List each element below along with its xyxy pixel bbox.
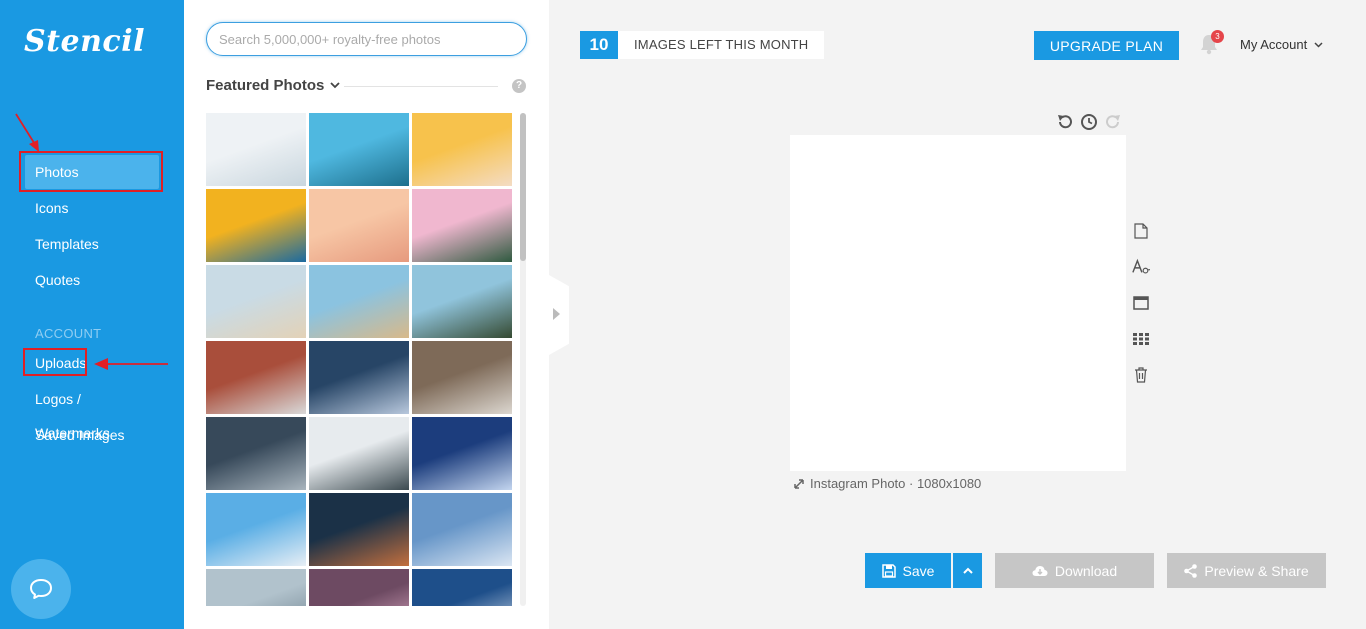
photo-thumbnail[interactable]	[412, 341, 512, 414]
clock-icon	[1081, 114, 1097, 130]
photo-thumbnail[interactable]	[412, 265, 512, 338]
redo-icon	[1106, 115, 1120, 129]
photo-thumbnail[interactable]	[206, 417, 306, 490]
trash-icon	[1135, 367, 1147, 383]
text-style-tool[interactable]	[1132, 258, 1150, 276]
canvas-size-info: Instagram Photo · 1080x1080	[793, 476, 981, 491]
images-left-counter: 10 IMAGES LEFT THIS MONTH	[580, 31, 825, 59]
photo-thumbnail[interactable]	[412, 493, 512, 566]
section-divider	[344, 86, 498, 87]
sidebar-item-saved-images[interactable]: Saved Images	[25, 418, 159, 452]
photo-thumbnail[interactable]	[412, 569, 512, 606]
chevron-down-icon	[1314, 41, 1323, 48]
history-button[interactable]	[1080, 113, 1098, 131]
photo-search-input[interactable]	[206, 22, 527, 56]
images-left-count: 10	[580, 31, 618, 59]
sidebar-item-logos-watermarks[interactable]: Logos / Watermarks	[25, 382, 159, 441]
photos-panel: Featured Photos ?	[184, 0, 549, 629]
photo-thumbnail[interactable]	[309, 265, 409, 338]
sidebar: Stencil Photos Icons Templates Quotes AC…	[0, 0, 184, 629]
grid-icon	[1133, 333, 1149, 345]
annotation-arrow-photos	[15, 113, 39, 152]
cloud-download-icon	[1032, 565, 1048, 576]
document-tool[interactable]	[1132, 222, 1150, 240]
resize-icon[interactable]	[793, 478, 805, 490]
redo-button[interactable]	[1104, 113, 1122, 131]
photo-thumbnail[interactable]	[206, 265, 306, 338]
document-icon	[1134, 223, 1148, 239]
collapse-panel-tab[interactable]	[549, 275, 569, 355]
annotation-arrow-uploads	[94, 358, 168, 370]
photo-thumbnail[interactable]	[309, 189, 409, 262]
photo-thumbnail[interactable]	[206, 341, 306, 414]
grid-tool[interactable]	[1132, 330, 1150, 348]
stencil-logo[interactable]: Stencil	[24, 24, 145, 59]
save-button[interactable]: Save	[865, 553, 951, 588]
chat-bubble-icon	[30, 579, 52, 599]
photo-grid	[206, 113, 512, 606]
undo-button[interactable]	[1056, 113, 1074, 131]
preview-share-button[interactable]: Preview & Share	[1167, 553, 1326, 588]
upgrade-plan-button[interactable]: UPGRADE PLAN	[1034, 31, 1179, 60]
history-controls	[1056, 113, 1122, 131]
photo-thumbnail[interactable]	[206, 189, 306, 262]
help-icon[interactable]: ?	[512, 79, 526, 93]
chevron-up-icon	[962, 567, 973, 574]
canvas-size-label: Instagram Photo · 1080x1080	[810, 476, 982, 491]
notification-badge: 3	[1211, 30, 1224, 43]
chat-button[interactable]	[11, 559, 71, 619]
photos-highlight-box	[19, 151, 163, 192]
photo-thumbnail[interactable]	[309, 417, 409, 490]
design-canvas[interactable]	[790, 135, 1126, 471]
photo-thumbnail[interactable]	[309, 341, 409, 414]
photo-thumbnail[interactable]	[412, 417, 512, 490]
frame-tool[interactable]	[1132, 294, 1150, 312]
chevron-right-icon	[553, 308, 560, 320]
sidebar-item-icons[interactable]: Icons	[25, 191, 159, 225]
browser-window-icon	[1133, 296, 1149, 310]
featured-photos-dropdown[interactable]: Featured Photos	[206, 77, 340, 94]
photo-thumbnail[interactable]	[206, 113, 306, 186]
photo-thumbnail[interactable]	[206, 569, 306, 606]
images-left-label: IMAGES LEFT THIS MONTH	[634, 37, 809, 52]
my-account-menu[interactable]: My Account	[1240, 37, 1323, 52]
photo-grid-scrollbar[interactable]	[520, 113, 526, 606]
delete-tool[interactable]	[1132, 366, 1150, 384]
download-label: Download	[1054, 562, 1118, 579]
text-style-icon	[1132, 258, 1150, 274]
sidebar-item-templates[interactable]: Templates	[25, 227, 159, 261]
preview-share-label: Preview & Share	[1204, 562, 1309, 579]
download-button[interactable]: Download	[995, 553, 1154, 588]
photo-thumbnail[interactable]	[206, 493, 306, 566]
share-icon	[1184, 563, 1198, 578]
photo-thumbnail[interactable]	[309, 569, 409, 606]
photo-thumbnail[interactable]	[309, 493, 409, 566]
undo-icon	[1058, 115, 1072, 129]
floppy-disk-icon	[881, 563, 896, 578]
photo-thumbnail[interactable]	[412, 189, 512, 262]
featured-photos-title: Featured Photos	[206, 77, 325, 94]
save-label: Save	[902, 562, 935, 579]
chevron-down-icon	[330, 82, 340, 89]
save-options-button[interactable]	[953, 553, 982, 588]
sidebar-item-quotes[interactable]: Quotes	[25, 263, 159, 297]
scrollbar-thumb[interactable]	[520, 113, 526, 261]
uploads-highlight-box	[23, 348, 87, 376]
account-section-heading: ACCOUNT	[35, 326, 102, 341]
my-account-label: My Account	[1240, 37, 1308, 52]
photo-thumbnail[interactable]	[412, 113, 512, 186]
photo-thumbnail[interactable]	[309, 113, 409, 186]
